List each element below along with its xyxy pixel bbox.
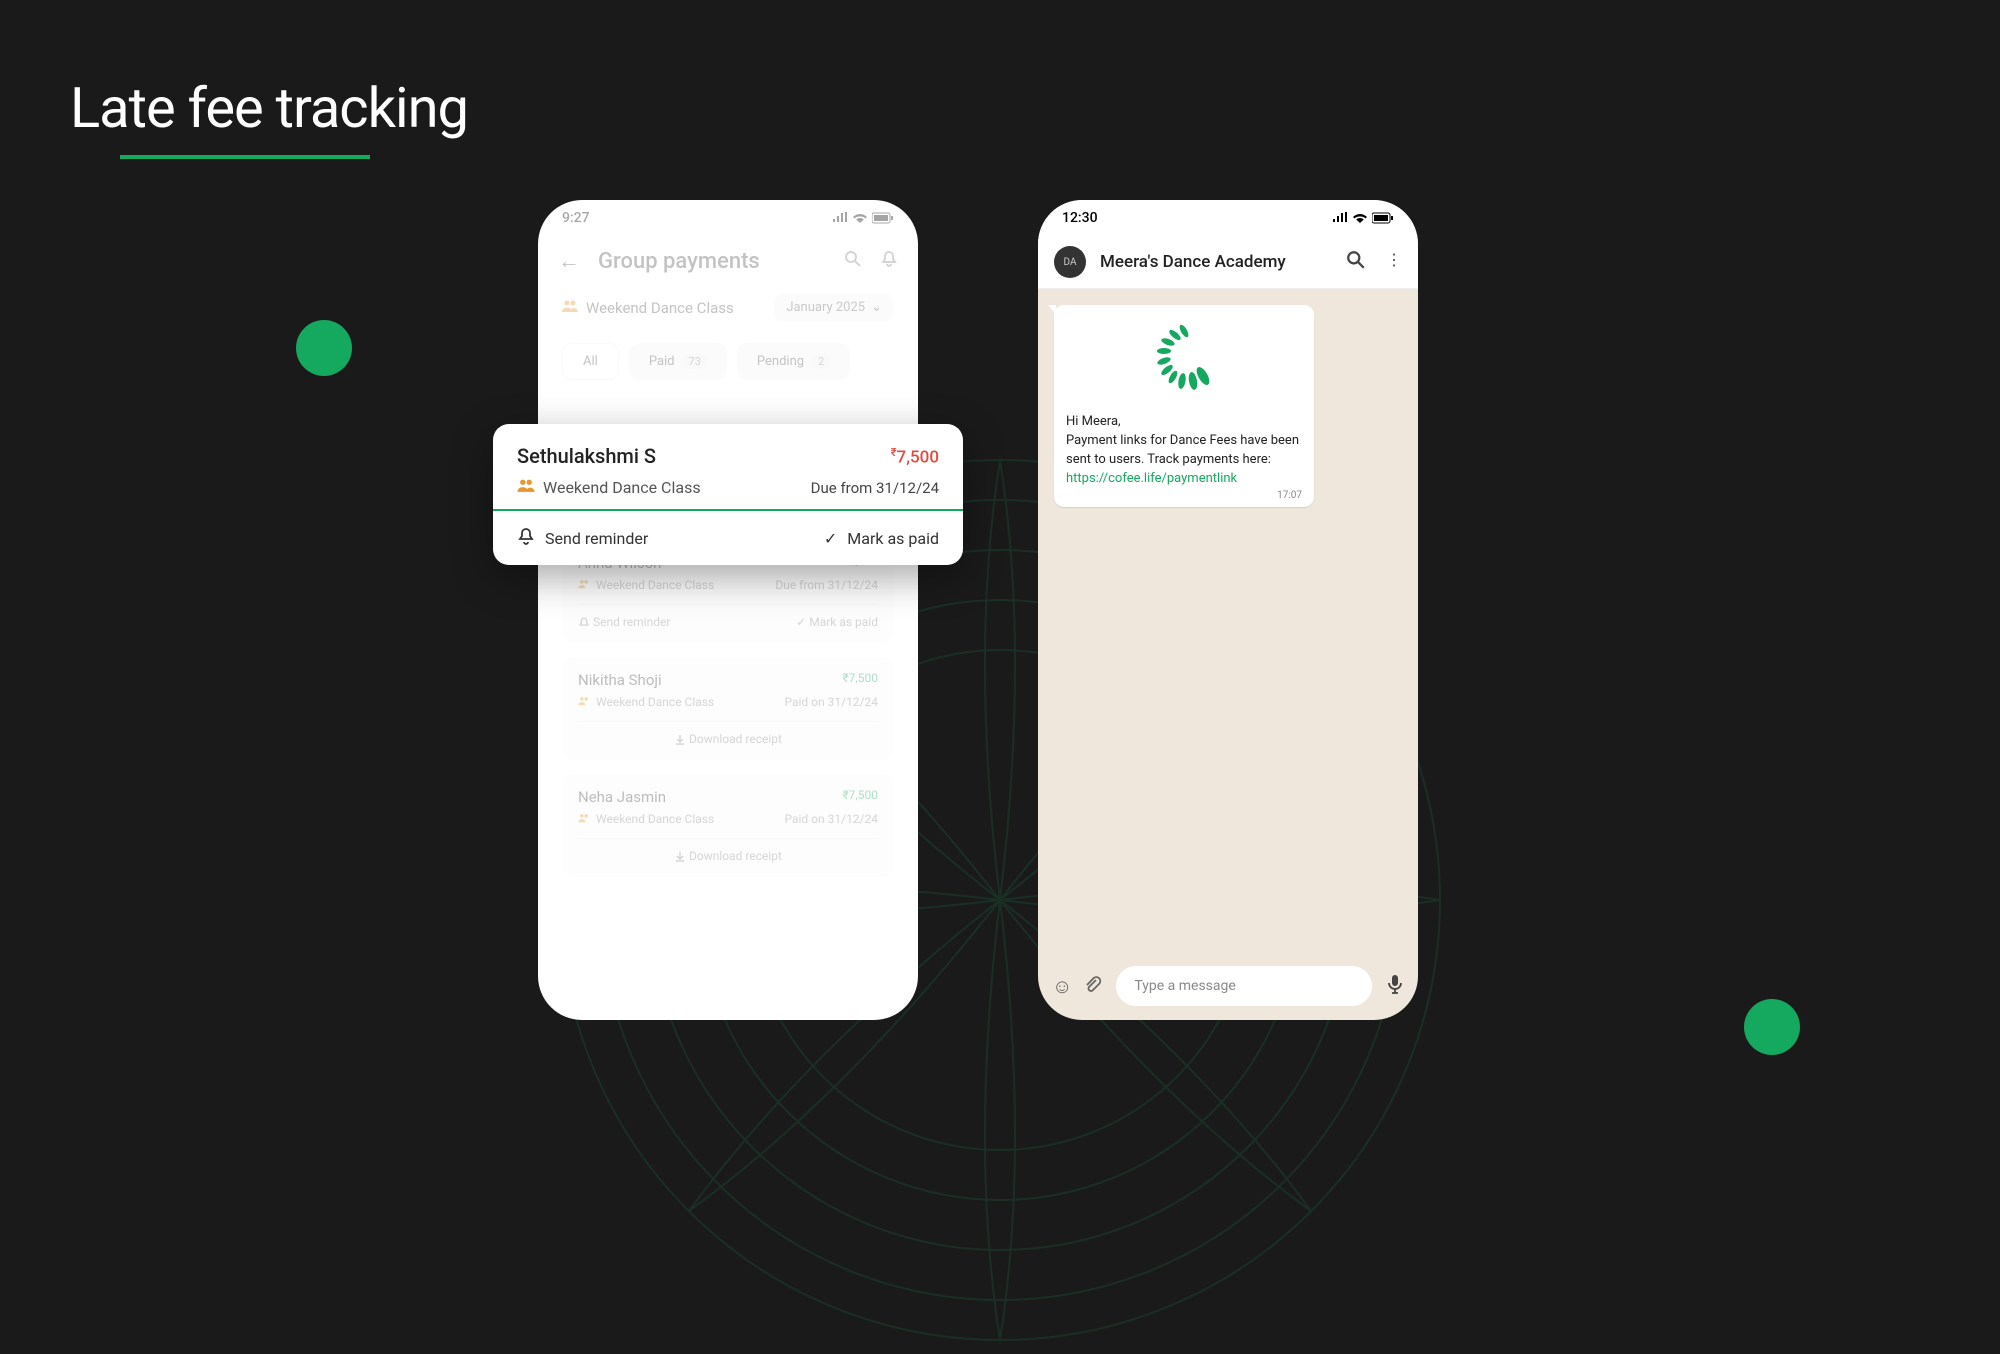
check-icon: ✓ [824, 529, 837, 548]
month-selector[interactable]: January 2025 ⌄ [774, 294, 894, 321]
send-reminder-button[interactable]: Send reminder [578, 615, 670, 629]
message-input[interactable]: Type a message [1116, 966, 1372, 1006]
accent-dot-right [1744, 999, 1800, 1055]
payment-status: Paid on 31/12/24 [784, 695, 878, 709]
brand-logo [1066, 315, 1302, 413]
payment-item[interactable]: Neha Jasmin₹7,500 Weekend Dance ClassPai… [562, 774, 894, 877]
payments-app-phone: 9:27 ← Group payments Weekend Dance Clas… [538, 200, 918, 1020]
mic-icon[interactable] [1386, 974, 1404, 999]
group-filter-row: Weekend Dance Class January 2025 ⌄ [538, 286, 918, 329]
chat-title: Meera's Dance Academy [1100, 252, 1286, 272]
chat-avatar: DA [1054, 246, 1086, 278]
popup-due-date: Due from 31/12/24 [811, 479, 939, 497]
payment-amount: ₹7,500 [842, 788, 878, 806]
group-selector[interactable]: Weekend Dance Class [562, 299, 734, 317]
chevron-down-icon: ⌄ [871, 300, 882, 315]
status-bar: 12:30 [1038, 200, 1418, 236]
tab-paid[interactable]: Paid73 [629, 343, 727, 380]
payment-detail-popup: Sethulakshmi S ₹7,500 Weekend Dance Clas… [493, 424, 963, 565]
search-icon[interactable] [1346, 250, 1366, 274]
filter-tabs: All Paid73 Pending2 [538, 329, 918, 390]
payment-amount: ₹7,500 [842, 671, 878, 689]
payer-name: Neha Jasmin [578, 788, 666, 806]
message-time: 17:07 [1066, 490, 1302, 501]
status-time: 12:30 [1062, 210, 1098, 226]
group-name: Weekend Dance Class [586, 299, 734, 317]
app-header: ← Group payments [538, 236, 918, 286]
attachment-icon[interactable] [1082, 974, 1102, 999]
people-icon [517, 478, 535, 497]
slide-title: Late fee tracking [70, 75, 468, 141]
mark-paid-button[interactable]: ✓ Mark as paid [796, 615, 878, 629]
paid-count-badge: 73 [683, 354, 707, 369]
payment-item[interactable]: Nikitha Shoji₹7,500 Weekend Dance ClassP… [562, 657, 894, 760]
search-icon[interactable] [844, 250, 862, 273]
popup-group: Weekend Dance Class [517, 478, 701, 497]
download-receipt-button[interactable]: Download receipt [674, 732, 782, 746]
tab-pending[interactable]: Pending2 [737, 343, 850, 380]
download-receipt-button[interactable]: Download receipt [674, 849, 782, 863]
title-underline [120, 155, 370, 159]
payment-status: Paid on 31/12/24 [784, 812, 878, 826]
emoji-icon[interactable]: ☺ [1052, 974, 1072, 999]
payer-name: Nikitha Shoji [578, 671, 662, 689]
status-time: 9:27 [562, 210, 590, 226]
whatsapp-phone: 12:30 DA Meera's Dance Academy ⋮ [1038, 200, 1418, 1020]
chat-body: Hi Meera, Payment links for Dance Fees h… [1038, 289, 1418, 945]
bell-icon[interactable] [880, 250, 898, 273]
accent-dot-left [296, 320, 352, 376]
send-reminder-button[interactable]: Send reminder [493, 511, 728, 565]
status-icons [832, 212, 894, 224]
tab-all[interactable]: All [562, 343, 619, 380]
people-icon [578, 578, 590, 592]
status-bar: 9:27 [538, 200, 918, 236]
more-icon[interactable]: ⋮ [1386, 250, 1402, 274]
people-icon [578, 695, 590, 709]
payment-status: Due from 31/12/24 [775, 578, 878, 592]
people-icon [578, 812, 590, 826]
status-icons [1332, 212, 1394, 224]
mark-paid-button[interactable]: ✓ Mark as paid [728, 511, 963, 565]
message-text: Hi Meera, Payment links for Dance Fees h… [1066, 413, 1302, 488]
people-icon [562, 299, 578, 317]
popup-amount: ₹7,500 [891, 446, 939, 468]
chat-header[interactable]: DA Meera's Dance Academy ⋮ [1038, 236, 1418, 289]
pending-count-badge: 2 [812, 354, 830, 369]
back-icon[interactable]: ← [558, 248, 580, 274]
page-title: Group payments [598, 249, 760, 274]
chat-message[interactable]: Hi Meera, Payment links for Dance Fees h… [1054, 305, 1314, 507]
chat-input-bar: ☺ Type a message [1052, 966, 1404, 1006]
payment-link[interactable]: https://cofee.life/paymentlink [1066, 471, 1237, 486]
popup-payer-name: Sethulakshmi S [517, 444, 656, 468]
bell-icon [517, 527, 535, 549]
